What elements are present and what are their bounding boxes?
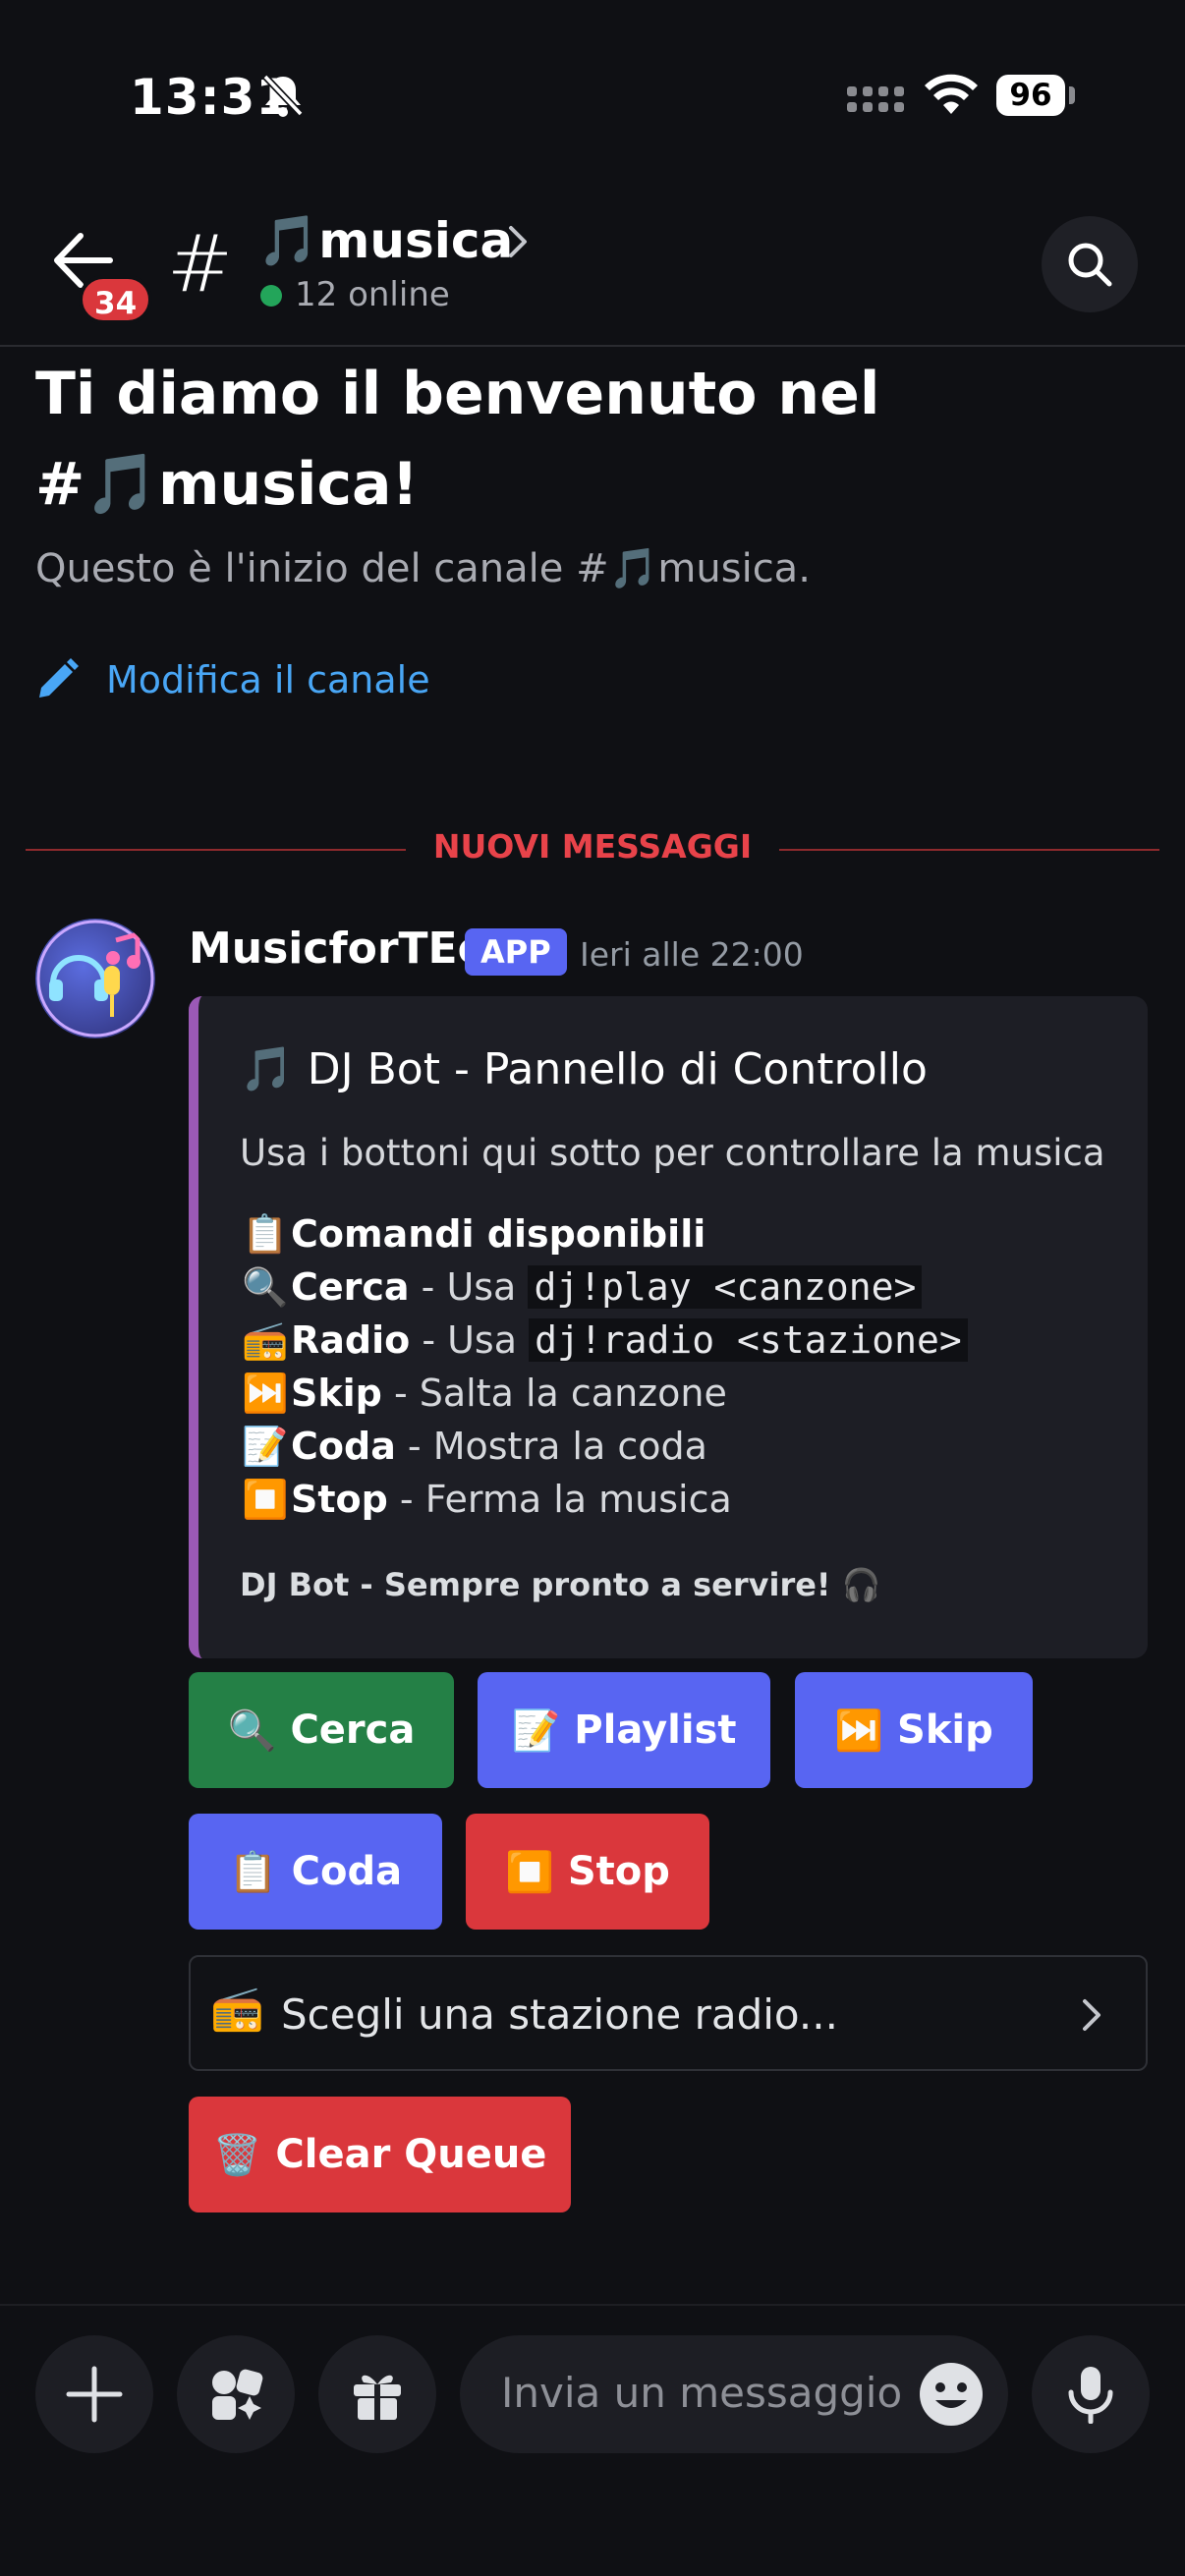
battery-level: 96 [996, 75, 1065, 116]
chevron-right-icon [1083, 1999, 1100, 2031]
search-icon [1068, 243, 1112, 287]
hash-icon: # [167, 218, 234, 309]
magnifier-icon: 🔍 [227, 1708, 277, 1754]
clipboard-icon: 📋 [242, 1212, 289, 1256]
radio-station-placeholder: Scegli una stazione radio... [281, 1990, 838, 2039]
voice-message-button[interactable] [1032, 2335, 1150, 2453]
emoji-icon[interactable] [918, 2361, 985, 2428]
embed-title: 🎵 DJ Bot - Pannello di Controllo [240, 1044, 928, 1094]
channel-header: 34 # 🎵musica 12 online [0, 196, 1185, 347]
apps-icon [212, 2369, 263, 2420]
online-count: 12 online [295, 275, 450, 314]
message-input-placeholder: Invia un messaggio... [501, 2369, 904, 2417]
embed-description: Usa i bottoni qui sotto per controllare … [240, 1132, 1105, 1174]
welcome-title: Ti diamo il benvenuto nel #🎵musica! [35, 360, 880, 519]
memo-icon: 📝 [511, 1708, 561, 1754]
radio-icon: 📻 [210, 1984, 264, 2034]
magnifier-icon: 🔍 [242, 1265, 289, 1309]
unread-badge: 34 [79, 275, 153, 324]
command-line-stop: ⏹️Stop - Ferma la musica [240, 1478, 731, 1522]
app-tag: APP [465, 928, 567, 976]
embed-footer: DJ Bot - Sempre pronto a servire! 🎧 [240, 1566, 881, 1603]
command-line-coda: 📝Coda - Mostra la coda [240, 1425, 707, 1469]
message-timestamp: Ieri alle 22:00 [580, 935, 804, 974]
new-messages-divider: NUOVI MESSAGGI [26, 823, 1159, 872]
playlist-button[interactable]: 📝 Playlist [478, 1672, 770, 1788]
plus-icon [66, 2366, 123, 2423]
channel-title[interactable]: 🎵musica [257, 212, 513, 270]
battery-tip [1069, 86, 1075, 104]
add-attachment-button[interactable] [35, 2335, 153, 2453]
stop-icon: ⏹️ [505, 1849, 554, 1895]
stop-button[interactable]: ⏹️ Stop [466, 1814, 709, 1930]
search-button[interactable] [1042, 216, 1138, 312]
clipboard-icon: 📋 [228, 1849, 278, 1895]
pencil-icon [39, 658, 79, 698]
trash-icon: 🗑️ [212, 2132, 262, 2178]
message-author[interactable]: MusicforTEo [189, 924, 487, 974]
stop-icon: ⏹️ [242, 1478, 289, 1521]
clear-queue-button[interactable]: 🗑️ Clear Queue [189, 2097, 571, 2212]
command-line-cerca: 🔍Cerca - Usa dj!play <canzone> [240, 1265, 923, 1310]
gift-icon [354, 2375, 401, 2420]
wifi-icon [925, 74, 978, 114]
command-line-radio: 📻Radio - Usa dj!radio <stazione> [240, 1318, 968, 1363]
cerca-button[interactable]: 🔍 Cerca [189, 1672, 454, 1788]
status-bar: 13:31 96 [0, 0, 1185, 196]
cellular-signal-icon [847, 86, 904, 112]
bell-off-icon [262, 74, 304, 117]
memo-icon: 📝 [242, 1425, 289, 1468]
new-messages-label: NUOVI MESSAGGI [405, 827, 780, 866]
embed-card: 🎵 DJ Bot - Pannello di Controllo Usa i b… [189, 996, 1148, 1658]
message-input[interactable]: Invia un messaggio... [460, 2335, 1008, 2453]
embed-field-title: 📋Comandi disponibili [240, 1212, 705, 1257]
skip-icon: ⏭️ [834, 1708, 884, 1754]
coda-button[interactable]: 📋 Coda [189, 1814, 442, 1930]
apps-button[interactable] [177, 2335, 295, 2453]
online-status-dot [260, 285, 282, 307]
radio-station-select[interactable]: 📻 Scegli una stazione radio... [189, 1955, 1148, 2071]
command-line-skip: ⏭️Skip - Salta la canzone [240, 1372, 727, 1416]
gift-button[interactable] [318, 2335, 436, 2453]
chevron-right-icon[interactable] [506, 222, 530, 261]
welcome-subtitle: Questo è l'inizio del canale #🎵musica. [35, 546, 811, 591]
skip-icon: ⏭️ [242, 1372, 289, 1415]
skip-button[interactable]: ⏭️ Skip [795, 1672, 1033, 1788]
radio-icon: 📻 [242, 1318, 289, 1362]
avatar[interactable] [35, 919, 155, 1038]
edit-channel-label: Modifica il canale [106, 658, 430, 701]
microphone-icon [1068, 2367, 1113, 2424]
music-bot-avatar-icon [36, 920, 154, 1037]
composer-bar: Invia un messaggio... [0, 2304, 1185, 2576]
